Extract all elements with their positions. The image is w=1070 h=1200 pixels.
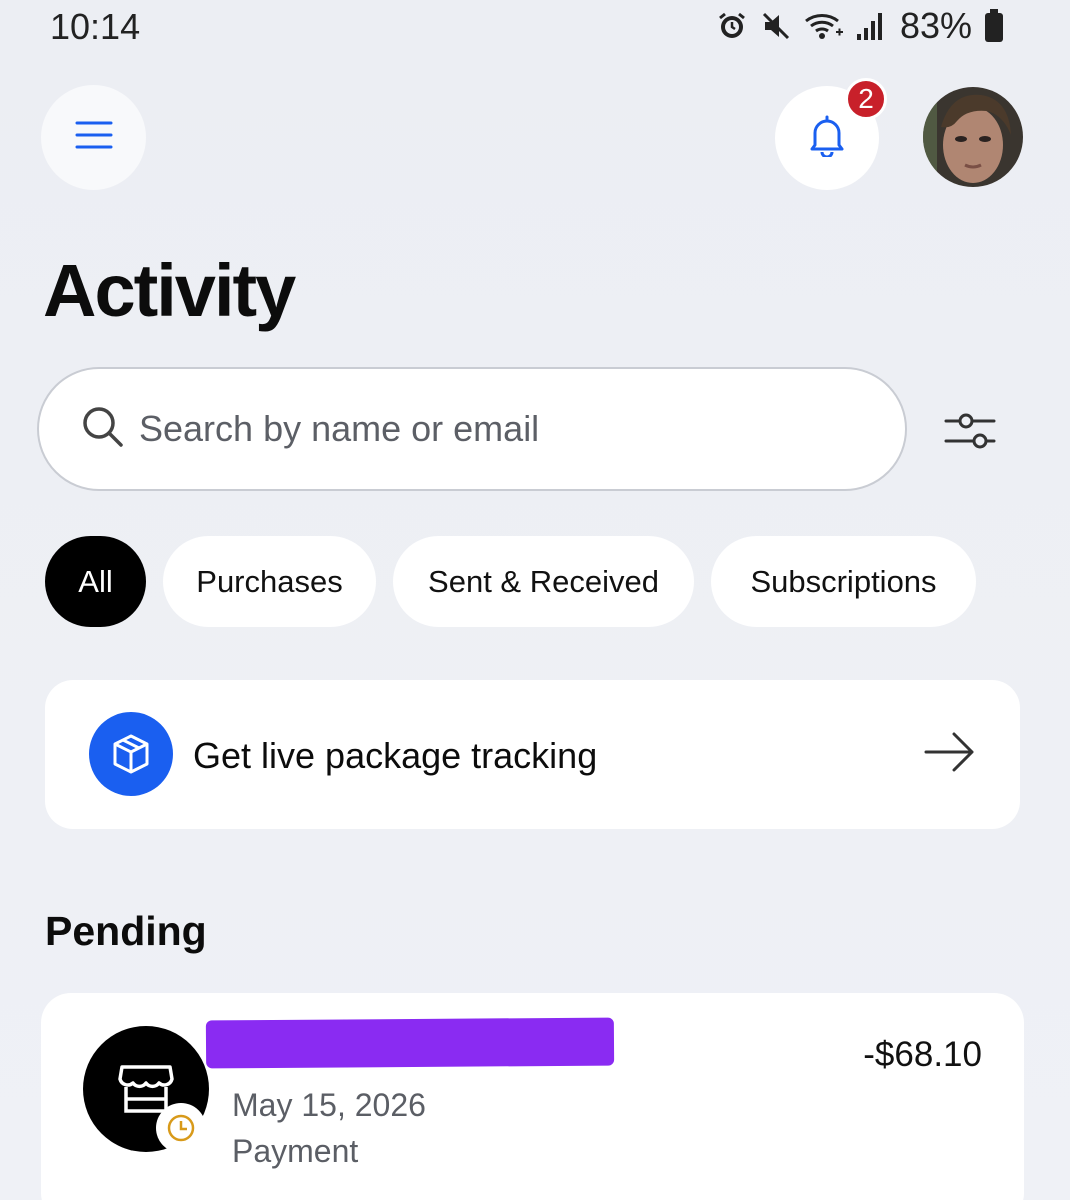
search-input[interactable] [139,408,839,450]
arrow-right-icon [924,730,976,779]
package-tracking-card[interactable]: Get live package tracking [45,680,1020,829]
package-icon [89,712,173,796]
wifi-icon [804,10,844,42]
notification-badge: 2 [845,78,887,120]
page-title: Activity [43,249,296,332]
status-bar: 10:14 83% [0,0,1070,56]
search-icon [81,405,125,454]
package-tracking-label: Get live package tracking [193,735,598,776]
status-time: 10:14 [50,6,141,47]
clock-icon [156,1103,206,1153]
battery-percent: 83% [899,5,972,46]
pending-section-title: Pending [45,908,207,954]
hamburger-menu-icon [75,120,113,155]
sliders-icon [944,409,996,458]
transaction-date: May 15, 2026 [232,1087,426,1123]
chip-sent-received[interactable]: Sent & Received [393,536,694,627]
transaction-row[interactable]: May 15, 2026 Payment -$68.10 [41,993,1024,1200]
transaction-type: Payment [232,1133,359,1169]
chip-label: Subscriptions [750,563,937,599]
search-bar[interactable] [37,367,907,491]
menu-button[interactable] [41,85,146,190]
bell-icon [807,115,847,162]
chip-subscriptions[interactable]: Subscriptions [711,536,976,627]
chip-label: All [78,563,113,599]
activity-screen: 10:14 83% 2 Activity Search by name or e… [0,0,1070,1200]
chip-purchases[interactable]: Purchases [163,536,376,627]
mute-icon [760,10,792,42]
signal-icon [856,10,886,42]
redacted-merchant-name [205,1017,615,1069]
user-avatar[interactable] [923,87,1023,187]
filter-button[interactable] [930,393,1010,473]
transaction-amount: -$68.10 [863,1035,982,1074]
chip-all[interactable]: All [45,536,146,627]
chip-label: Purchases [196,563,343,599]
status-icons: 83% [716,5,1004,46]
chip-label: Sent & Received [428,563,659,599]
battery-icon [984,9,1004,43]
alarm-icon [716,10,748,42]
